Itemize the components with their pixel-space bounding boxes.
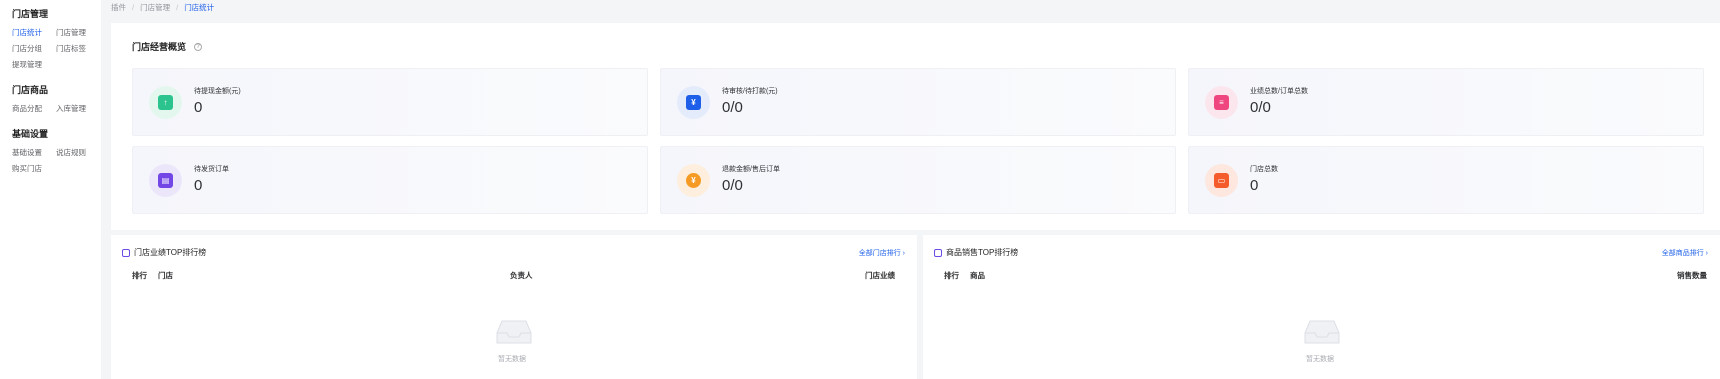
- wallet-icon-badge: ¥: [677, 86, 710, 119]
- wallet-icon: ¥: [686, 95, 701, 110]
- column-header-rank: 排行: [132, 271, 147, 280]
- stat-label: 业绩总数/订单总数: [1250, 88, 1308, 95]
- sidebar-item-stock-in[interactable]: 入库管理: [56, 103, 104, 114]
- sidebar-item-withdraw-management[interactable]: 提现管理: [12, 59, 56, 70]
- stat-card: ¥ 退款金额/售后订单 0/0: [660, 146, 1176, 214]
- stat-value: 0: [194, 177, 203, 194]
- order-icon: ≡: [1214, 95, 1229, 110]
- stat-label: 退款金额/售后订单: [722, 166, 780, 173]
- store-rank-panel: 门店业绩TOP排行榜 全部门店排行 › 排行 门店 负责人 门店业绩 暂无数据: [111, 235, 917, 379]
- store-icon: ▭: [1214, 173, 1229, 188]
- sidebar-item-purchase-store[interactable]: 购买门店: [12, 163, 56, 174]
- sidebar-group-title: 门店商品: [12, 85, 49, 95]
- sidebar-group-store-products: 门店商品 商品分配 入库管理: [12, 83, 101, 114]
- refund-icon-badge: ¥: [677, 164, 710, 197]
- breadcrumb-item-plugins[interactable]: 插件: [111, 2, 126, 13]
- stat-value: 0/0: [1250, 99, 1271, 116]
- all-product-rank-link[interactable]: 全部商品排行 ›: [1662, 248, 1708, 258]
- all-store-rank-link[interactable]: 全部门店排行 ›: [859, 248, 905, 258]
- overview-card: 门店经营概览 ? ↑ 待提现金额(元) 0 ¥ 待审核/待打款(元) 0/0 ≡…: [111, 23, 1720, 230]
- empty-inbox-icon: [496, 320, 532, 344]
- sidebar-item-product-allocation[interactable]: 商品分配: [12, 103, 56, 114]
- sidebar-group-basic-settings: 基础设置 基础设置 说店规则 购买门店: [12, 127, 101, 174]
- column-header-store: 门店: [158, 271, 173, 280]
- sidebar-group-store-management: 门店管理 门店统计 门店管理 门店分组 门店标签 提现管理: [12, 7, 101, 70]
- sidebar-item-store-tags[interactable]: 门店标签: [56, 43, 104, 54]
- help-icon[interactable]: ?: [194, 42, 203, 51]
- store-rank-title: 门店业绩TOP排行榜: [134, 248, 207, 257]
- store-icon-badge: ▭: [1205, 164, 1238, 197]
- store-rank-header: 门店业绩TOP排行榜: [122, 247, 206, 258]
- breadcrumb-item-current: 门店统计: [184, 2, 215, 12]
- overview-header: 门店经营概览 ?: [132, 40, 203, 53]
- column-header-sales-quantity: 销售数量: [1677, 271, 1707, 280]
- sidebar-group-title: 基础设置: [12, 129, 49, 139]
- breadcrumb: 插件 / 门店管理 / 门店统计: [111, 1, 214, 13]
- sidebar-item-store-groups[interactable]: 门店分组: [12, 43, 56, 54]
- stat-value: 0: [194, 99, 203, 116]
- product-rank-header: 商品销售TOP排行榜: [934, 247, 1018, 258]
- stat-label: 待发货订单: [194, 166, 229, 173]
- stat-label: 待提现金额(元): [194, 88, 241, 95]
- stat-value: 0/0: [722, 99, 743, 116]
- stat-value: 0: [1250, 177, 1259, 194]
- refund-icon: ¥: [686, 173, 701, 188]
- stat-card: ↑ 待提现金额(元) 0: [132, 68, 648, 136]
- sidebar-item-store-stats[interactable]: 门店统计: [12, 27, 56, 38]
- shipping-icon: ▤: [158, 173, 173, 188]
- stat-card: ▭ 门店总数 0: [1188, 146, 1704, 214]
- stat-value: 0/0: [722, 177, 743, 194]
- sidebar-group-title: 门店管理: [12, 9, 49, 19]
- breadcrumb-separator: /: [132, 2, 135, 12]
- column-header-store-performance: 门店业绩: [865, 271, 895, 280]
- stat-card: ▤ 待发货订单 0: [132, 146, 648, 214]
- breadcrumb-separator: /: [176, 2, 179, 12]
- shipping-icon-badge: ▤: [149, 164, 182, 197]
- sidebar-item-store-rules[interactable]: 说店规则: [56, 147, 104, 158]
- store-rank-icon: [122, 248, 130, 257]
- product-rank-panel: 商品销售TOP排行榜 全部商品排行 › 排行 商品 销售数量 暂无数据: [923, 235, 1720, 379]
- stat-card: ≡ 业绩总数/订单总数 0/0: [1188, 68, 1704, 136]
- stat-card: ¥ 待审核/待打款(元) 0/0: [660, 68, 1176, 136]
- column-header-manager: 负责人: [510, 271, 533, 280]
- sidebar-item-store-management[interactable]: 门店管理: [56, 27, 104, 38]
- empty-text: 暂无数据: [498, 356, 526, 363]
- withdraw-icon-badge: ↑: [149, 86, 182, 119]
- empty-inbox-icon: [1304, 320, 1340, 344]
- withdraw-icon: ↑: [158, 95, 173, 110]
- product-rank-title: 商品销售TOP排行榜: [946, 248, 1019, 257]
- empty-text: 暂无数据: [1306, 356, 1334, 363]
- product-rank-icon: [934, 248, 942, 257]
- column-header-product: 商品: [970, 271, 985, 280]
- sidebar: 门店管理 门店统计 门店管理 门店分组 门店标签 提现管理 门店商品 商品分配 …: [0, 0, 101, 379]
- overview-title: 门店经营概览: [132, 42, 187, 52]
- stat-label: 待审核/待打款(元): [722, 88, 778, 95]
- breadcrumb-item-store-management[interactable]: 门店管理: [140, 2, 170, 13]
- column-header-rank: 排行: [944, 271, 959, 280]
- order-icon-badge: ≡: [1205, 86, 1238, 119]
- sidebar-item-basic-settings[interactable]: 基础设置: [12, 147, 56, 158]
- stat-label: 门店总数: [1250, 166, 1278, 173]
